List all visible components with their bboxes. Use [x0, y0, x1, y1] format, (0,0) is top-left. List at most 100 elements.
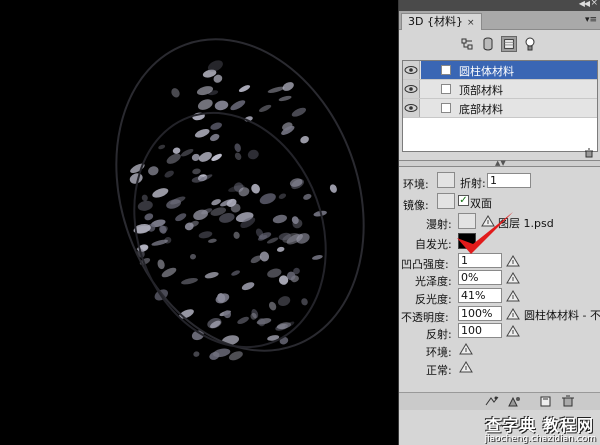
texture-speck [164, 170, 174, 178]
texture-speck [251, 183, 260, 194]
texture-speck [238, 85, 251, 93]
texture-menu-icon[interactable] [505, 324, 521, 338]
visibility-toggle[interactable] [403, 99, 420, 117]
texture-speck [144, 213, 154, 221]
texture-menu-icon[interactable] [505, 271, 521, 285]
double-sided-checkbox[interactable]: ✓ [458, 195, 469, 206]
texture-speck [198, 151, 212, 162]
trash-icon[interactable] [561, 395, 575, 408]
grip-icon: ▲▼ [495, 159, 506, 167]
texture-speck [267, 86, 285, 93]
texture-speck [258, 104, 272, 112]
tab-close-icon[interactable]: × [467, 18, 475, 28]
texture-speck [166, 153, 181, 164]
list-item[interactable]: 圆柱体材料 [403, 61, 597, 80]
texture-menu-icon[interactable] [458, 360, 474, 374]
trash-icon[interactable] [584, 148, 594, 158]
texture-speck [230, 100, 246, 111]
texture-speck [171, 88, 180, 98]
watermark-title: 查字典 教程网 [485, 416, 594, 435]
texture-speck [158, 144, 166, 150]
texture-speck [148, 166, 159, 176]
glossiness-label: 光泽度: [415, 275, 452, 288]
texture-speck [157, 259, 165, 270]
texture-speck [215, 293, 230, 304]
texture-speck [204, 271, 219, 279]
eye-icon [404, 85, 418, 93]
diffuse-label: 漫射: [426, 218, 452, 231]
texture-speck [211, 153, 222, 162]
texture-menu-icon[interactable] [505, 307, 521, 321]
texture-speck [181, 278, 198, 285]
texture-speck [190, 253, 196, 260]
specular-color-swatch[interactable] [437, 193, 455, 209]
texture-menu-icon[interactable] [505, 289, 521, 303]
texture-speck [137, 200, 153, 211]
texture-speck [276, 246, 285, 252]
texture-speck [209, 133, 220, 142]
texture-speck [237, 316, 249, 325]
scene-filter-icon[interactable] [459, 36, 475, 52]
texture-speck [208, 238, 217, 243]
shine-field[interactable]: 41% [458, 288, 502, 303]
texture-speck [329, 184, 337, 193]
paint-on-icon[interactable] [507, 395, 521, 408]
texture-menu-icon[interactable] [458, 342, 474, 356]
materials-filter-icon [504, 39, 514, 49]
texture-speck [312, 255, 323, 260]
texture-speck [268, 301, 277, 311]
texture-speck [233, 231, 240, 239]
texture-speck [231, 270, 241, 276]
texture-speck [197, 99, 213, 110]
texture-speck [141, 194, 148, 202]
environment-label: 环境: [426, 346, 452, 359]
list-item[interactable]: 顶部材料 [403, 80, 597, 99]
lights-filter-icon[interactable] [522, 36, 538, 52]
texture-speck [278, 193, 287, 199]
double-sided-label: 双面 [470, 197, 492, 210]
texture-speck [192, 168, 201, 175]
list-item[interactable]: 底部材料 [403, 99, 597, 118]
texture-speck [241, 282, 255, 291]
texture-speck [214, 100, 229, 111]
close-icon[interactable]: × [590, 0, 598, 8]
texture-speck [152, 188, 169, 198]
panel-tab-row: 3D {材料} × ▾≡ [399, 11, 600, 30]
new-item-icon[interactable] [539, 395, 553, 408]
texture-speck [210, 122, 222, 130]
texture-speck [193, 351, 200, 357]
reflection-field[interactable]: 100 [458, 323, 502, 338]
materials-filter-button[interactable] [501, 36, 517, 52]
panel-title-strip: ◀◀ × [399, 0, 600, 11]
render-settings-icon[interactable] [485, 395, 499, 408]
texture-speck [234, 143, 241, 153]
document-canvas[interactable] [0, 0, 398, 445]
visibility-toggle[interactable] [403, 80, 420, 98]
panel-splitter[interactable]: ▲▼ [399, 159, 600, 167]
opacity-field[interactable]: 100% [458, 306, 502, 321]
glossiness-field[interactable]: 0% [458, 270, 502, 285]
collapse-icon[interactable]: ◀◀ [579, 0, 590, 8]
texture-speck [303, 193, 312, 200]
texture-speck [277, 296, 291, 307]
eye-icon [404, 104, 418, 112]
texture-speck [211, 199, 221, 206]
tab-3d-materials[interactable]: 3D {材料} × [401, 13, 482, 30]
normal-label: 正常: [426, 364, 452, 377]
texture-speck [291, 107, 307, 117]
visibility-toggle[interactable] [403, 61, 420, 79]
texture-speck [282, 82, 294, 91]
panel-menu-icon[interactable]: ▾≡ [585, 15, 597, 25]
refraction-field[interactable]: 1 [487, 173, 531, 188]
tab-label: 3D {材料} [408, 15, 463, 28]
texture-speck [259, 193, 276, 205]
mesh-filter-icon[interactable] [480, 36, 496, 52]
texture-speck [278, 95, 292, 102]
texture-speck [247, 149, 259, 160]
opacity-texture-name: 圆柱体材料 - 不 [524, 309, 600, 322]
checkmark-annotation-icon [457, 212, 513, 254]
texture-speck [223, 310, 232, 319]
material-swatch [441, 84, 451, 94]
ambient-label: 环境: [403, 178, 429, 191]
ambient-color-swatch[interactable] [437, 172, 455, 188]
